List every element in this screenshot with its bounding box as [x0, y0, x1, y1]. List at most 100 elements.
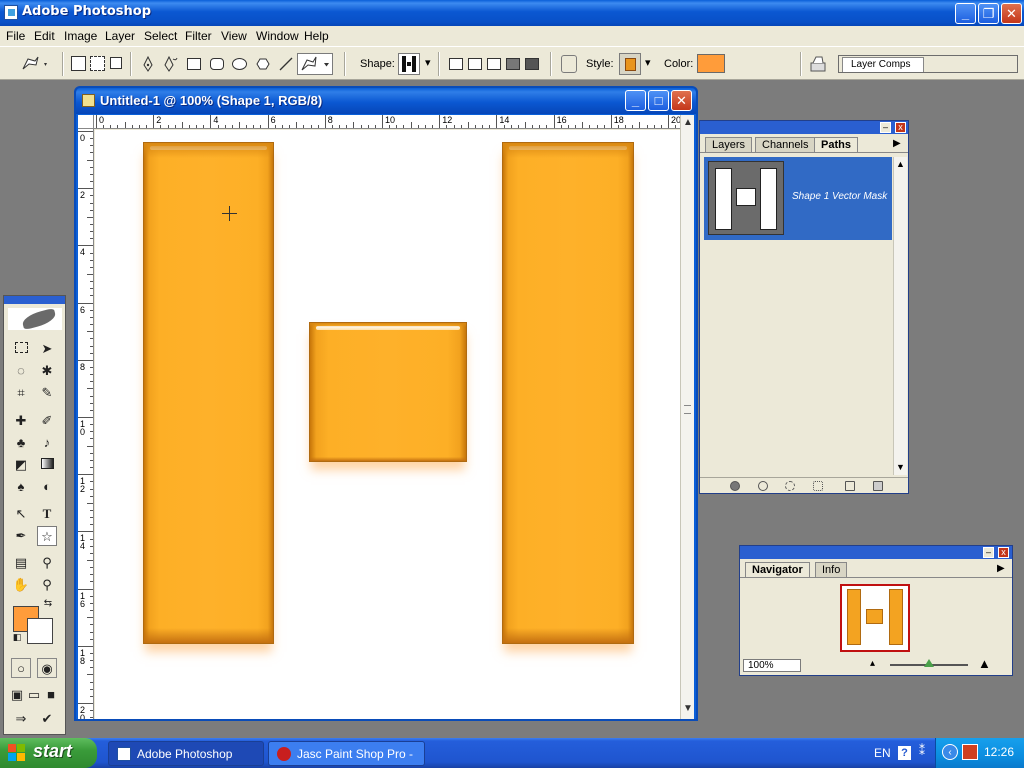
tab-channels[interactable]: Channels	[755, 137, 816, 152]
minimize-button[interactable]: _	[955, 3, 976, 24]
stroke-path-icon[interactable]	[758, 481, 768, 491]
vertical-scrollbar[interactable]: ▲ ▼	[680, 115, 694, 719]
add-to-shape-icon[interactable]	[468, 58, 482, 70]
horizontal-ruler[interactable]: 0 2 4 6 8 10 12 14 16 18 20	[94, 115, 680, 129]
palette-minimize-button[interactable]: –	[983, 547, 994, 558]
tab-info[interactable]: Info	[815, 562, 848, 577]
slice-tool-icon[interactable]: ✎	[37, 383, 57, 403]
magic-wand-tool-icon[interactable]: ✱	[37, 361, 57, 381]
paths-mode-icon[interactable]	[90, 56, 105, 71]
history-brush-tool-icon[interactable]: ♪	[37, 433, 57, 453]
h-shape-left-bar[interactable]	[143, 142, 274, 644]
scroll-down-icon[interactable]: ▼	[683, 703, 693, 714]
scroll-up-icon[interactable]: ▲	[896, 159, 905, 169]
make-work-path-icon[interactable]	[813, 481, 823, 491]
line-tool-icon[interactable]	[278, 56, 294, 72]
menu-view[interactable]: View	[221, 29, 247, 43]
h-shape-middle-block[interactable]	[309, 322, 467, 462]
notes-tool-icon[interactable]: ▤	[11, 553, 31, 573]
palette-close-button[interactable]: x	[998, 547, 1009, 558]
chevron-down-icon[interactable]: ▾	[645, 56, 651, 69]
tray-settings-icon[interactable]: ⁑	[919, 744, 925, 758]
menu-image[interactable]: Image	[64, 29, 97, 43]
brush-tool-icon[interactable]: ✐	[37, 411, 57, 431]
custom-shape-tool-icon[interactable]: ☆	[37, 526, 57, 546]
trash-icon[interactable]	[873, 481, 883, 491]
path-row-shape1-vector-mask[interactable]: Shape 1 Vector Mask	[704, 157, 892, 240]
taskbar-item-photoshop[interactable]: Adobe Photoshop	[108, 741, 264, 766]
zoom-tool-icon[interactable]: ⚲	[37, 575, 57, 595]
ellipse-tool-icon[interactable]	[232, 58, 247, 70]
pen-tool-icon[interactable]: ✒	[11, 526, 31, 546]
close-button[interactable]: ✕	[1001, 3, 1022, 24]
tool-preset-picker[interactable]	[20, 55, 47, 73]
new-path-icon[interactable]	[845, 481, 855, 491]
zoom-in-icon[interactable]: ▲	[978, 656, 991, 671]
path-selection-tool-icon[interactable]: ↖	[11, 504, 31, 524]
link-layer-style-icon[interactable]	[561, 55, 577, 73]
quick-mask-mode-icon[interactable]: ◉	[37, 658, 57, 678]
menu-edit[interactable]: Edit	[34, 29, 55, 43]
layer-comps-tab[interactable]: Layer Comps	[842, 57, 924, 72]
vertical-ruler[interactable]: 0 2 4 6 8 10 12 14 16 18 20	[78, 129, 94, 719]
palette-title-bar[interactable]: – x	[700, 121, 908, 134]
marquee-tool-icon[interactable]	[11, 339, 31, 359]
navigator-preview[interactable]	[840, 584, 910, 652]
tab-layers[interactable]: Layers	[705, 137, 753, 152]
tab-paths[interactable]: Paths	[814, 137, 858, 152]
zoom-input[interactable]: 100%	[743, 659, 801, 672]
palette-menu-icon[interactable]: ▶	[997, 563, 1005, 574]
menu-file[interactable]: File	[6, 29, 25, 43]
menu-layer[interactable]: Layer	[105, 29, 135, 43]
background-color-swatch[interactable]	[27, 618, 53, 644]
default-colors-icon[interactable]: ◧	[11, 631, 23, 643]
hand-tool-icon[interactable]: ✋	[11, 575, 31, 595]
shape-picker[interactable]	[398, 53, 420, 75]
menu-window[interactable]: Window	[256, 29, 299, 43]
healing-brush-tool-icon[interactable]: ✚	[11, 411, 31, 431]
standard-mode-icon[interactable]: ○	[11, 658, 31, 678]
fill-path-icon[interactable]	[730, 481, 740, 491]
eraser-tool-icon[interactable]: ◩	[11, 455, 31, 475]
doc-close-button[interactable]: ✕	[671, 90, 692, 111]
screen-mode-standard-icon[interactable]: ▣	[9, 685, 25, 705]
scroll-up-icon[interactable]: ▲	[683, 117, 693, 128]
zoom-out-icon[interactable]: ▴	[870, 658, 875, 669]
tab-navigator[interactable]: Navigator	[745, 562, 810, 577]
security-alert-icon[interactable]	[962, 744, 978, 760]
create-new-shape-icon[interactable]	[449, 58, 463, 70]
eyedropper-tool-icon[interactable]: ⚲	[37, 553, 57, 573]
doc-maximize-button[interactable]: □	[648, 90, 669, 111]
jump-to-imageready-icon[interactable]: ⇒	[11, 709, 31, 729]
palette-minimize-button[interactable]: –	[880, 122, 891, 133]
polygon-tool-icon[interactable]	[255, 56, 271, 72]
zoom-slider-knob[interactable]	[924, 659, 934, 667]
menu-select[interactable]: Select	[144, 29, 177, 43]
custom-shape-button[interactable]	[297, 53, 333, 75]
pen-tool-icon[interactable]	[140, 56, 156, 72]
ruler-origin[interactable]	[78, 115, 94, 129]
dodge-tool-icon[interactable]: ◐	[37, 477, 57, 497]
intersect-shape-icon[interactable]	[506, 58, 520, 70]
rectangle-tool-icon[interactable]	[187, 58, 201, 70]
move-tool-icon[interactable]: ➤	[37, 339, 57, 359]
palette-well-icon[interactable]	[808, 54, 828, 74]
language-indicator[interactable]: EN	[874, 746, 891, 760]
tray-back-icon[interactable]: ‹	[942, 744, 958, 760]
edit-in-imageready-icon[interactable]: ✔	[37, 709, 57, 729]
color-swatch[interactable]	[697, 54, 725, 73]
palette-title-bar[interactable]: – x	[740, 546, 1012, 559]
blur-tool-icon[interactable]: ♠	[11, 477, 31, 497]
load-path-as-selection-icon[interactable]	[785, 481, 795, 491]
taskbar-item-paint-shop-pro[interactable]: Jasc Paint Shop Pro - ...	[268, 741, 425, 766]
subtract-shape-icon[interactable]	[487, 58, 501, 70]
screen-mode-menubar-icon[interactable]: ▭	[26, 685, 42, 705]
h-shape-right-bar[interactable]	[502, 142, 634, 644]
crop-tool-icon[interactable]: ⌗	[11, 383, 31, 403]
canvas[interactable]	[95, 130, 680, 719]
menu-help[interactable]: Help	[304, 29, 329, 43]
start-button[interactable]: start	[0, 738, 97, 768]
scroll-down-icon[interactable]: ▼	[896, 462, 905, 472]
help-icon[interactable]: ?	[898, 746, 911, 760]
freeform-pen-icon[interactable]	[163, 56, 179, 72]
